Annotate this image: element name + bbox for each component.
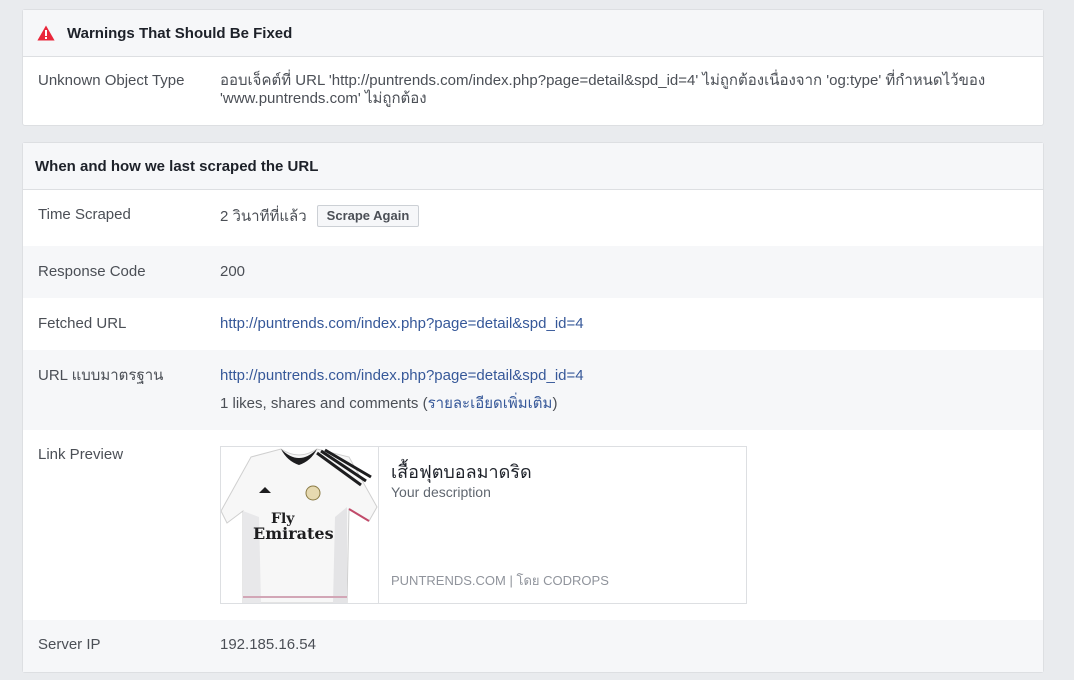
fetched-url-link[interactable]: http://puntrends.com/index.php?page=deta… — [220, 315, 584, 332]
response-code-value: 200 — [220, 263, 246, 280]
canonical-url-label: URL แบบมาตรฐาน — [38, 367, 164, 384]
scrape-title: When and how we last scraped the URL — [35, 157, 319, 175]
row-canonical-url: URL แบบมาตรฐาน http://puntrends.com/inde… — [23, 350, 1043, 430]
preview-author: โดย CODROPS — [516, 573, 609, 588]
preview-description: Your description — [391, 484, 491, 500]
preview-text: เสื้อฟุตบอลมาดริด Your description PUNTR… — [379, 447, 746, 603]
time-scraped-value: 2 วินาทีที่แล้ว — [220, 207, 307, 225]
preview-source: PUNTRENDS.COM | โดย CODROPS — [391, 570, 609, 591]
warning-message: ออบเจ็คต์ที่ URL 'http://puntrends.com/i… — [220, 72, 986, 107]
link-preview-card[interactable]: Fly Emirates เสื้อฟุตบอลมาดริด Your desc… — [220, 446, 747, 604]
warnings-title: Warnings That Should Be Fixed — [67, 24, 293, 42]
warnings-card: Warnings That Should Be Fixed Unknown Ob… — [22, 9, 1044, 126]
row-time-scraped: Time Scraped 2 วินาทีที่แล้ว Scrape Again — [23, 190, 1043, 246]
time-scraped-label: Time Scraped — [38, 206, 131, 223]
row-response-code: Response Code 200 — [23, 246, 1043, 298]
engagement-close: ) — [552, 395, 558, 412]
scrape-header: When and how we last scraped the URL — [23, 143, 1043, 190]
link-preview-label: Link Preview — [38, 446, 124, 463]
jersey-image: Fly Emirates — [221, 447, 378, 603]
preview-title: เสื้อฟุตบอลมาดริด — [391, 462, 532, 482]
warning-label: Unknown Object Type — [38, 72, 185, 89]
warnings-header: Warnings That Should Be Fixed — [23, 10, 1043, 57]
server-ip-value: 192.185.16.54 — [220, 636, 316, 653]
fetched-url-label: Fetched URL — [38, 315, 127, 332]
scrape-again-button[interactable]: Scrape Again — [316, 205, 420, 227]
details-link[interactable]: รายละเอียดเพิ่มเติม — [428, 395, 553, 412]
server-ip-label: Server IP — [38, 636, 101, 653]
row-link-preview: Link Preview Fly Emirates เสื้อฟุตบอลมาด… — [23, 430, 1043, 620]
scrape-info-card: When and how we last scraped the URL Tim… — [22, 142, 1044, 673]
canonical-url-link[interactable]: http://puntrends.com/index.php?page=deta… — [220, 367, 584, 384]
time-scraped-value-wrap: 2 วินาทีที่แล้ว Scrape Again — [220, 205, 1028, 228]
fetched-url-wrap: http://puntrends.com/index.php?page=deta… — [220, 315, 1028, 333]
row-fetched-url: Fetched URL http://puntrends.com/index.p… — [23, 298, 1043, 350]
warning-row-unknown-object-type: Unknown Object Type ออบเจ็คต์ที่ URL 'ht… — [23, 57, 1043, 125]
jersey-sponsor-line2: Emirates — [253, 524, 334, 543]
engagement-stats: 1 likes, shares and comments (รายละเอียด… — [220, 395, 1028, 413]
engagement-count: 1 likes, shares and comments ( — [220, 395, 428, 412]
preview-domain: PUNTRENDS.COM — [391, 573, 506, 588]
preview-separator: | — [509, 573, 513, 588]
response-code-label: Response Code — [38, 263, 146, 280]
warning-icon — [37, 25, 55, 41]
canonical-url-wrap: http://puntrends.com/index.php?page=deta… — [220, 367, 1028, 413]
row-server-ip: Server IP 192.185.16.54 — [23, 620, 1043, 672]
preview-image: Fly Emirates — [221, 447, 379, 603]
